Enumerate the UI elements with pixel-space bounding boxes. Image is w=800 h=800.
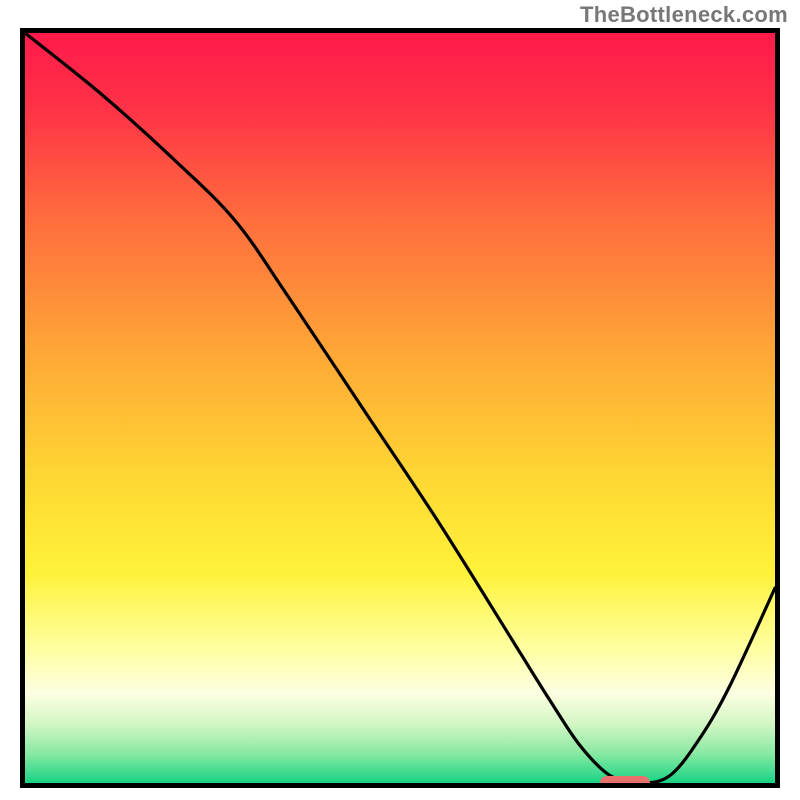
watermark-text: TheBottleneck.com	[580, 2, 788, 28]
optimal-marker	[600, 776, 650, 788]
plot-area	[25, 33, 775, 783]
plot-svg	[25, 33, 775, 783]
plot-frame	[20, 28, 780, 788]
chart-container: TheBottleneck.com	[0, 0, 800, 800]
plot-background	[25, 33, 775, 783]
